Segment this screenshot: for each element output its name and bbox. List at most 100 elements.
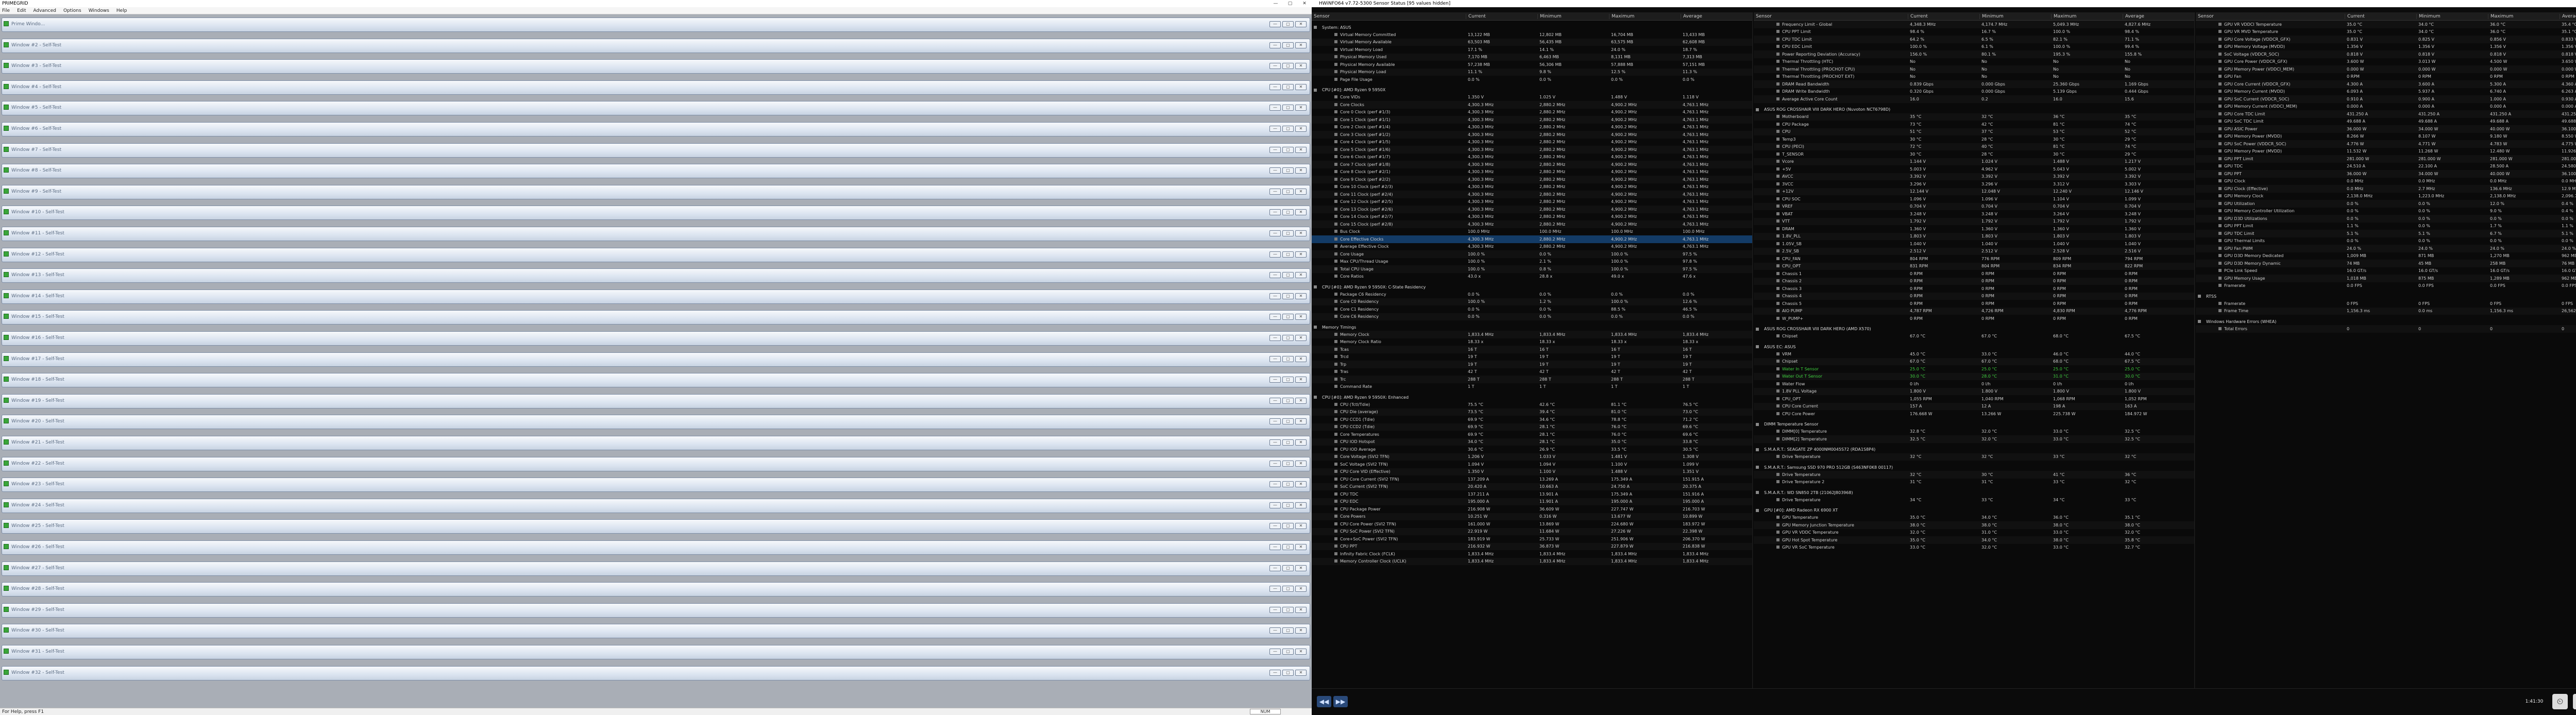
minimize-icon[interactable]: — — [1269, 21, 1281, 27]
mdi-child-window[interactable]: Window #8 - Self-Test — ▢ ✕ — [2, 164, 1310, 179]
sensor-row[interactable]: AVCC 3.392 V 3.392 V 3.392 V 3.392 V — [1754, 173, 2194, 180]
restore-icon[interactable]: ▢ — [1282, 502, 1294, 508]
sensor-row[interactable]: 2.5V_SB 2.512 V 2.512 V 2.528 V 2.516 V — [1754, 247, 2194, 255]
clock-icon[interactable]: ⏲ — [2552, 694, 2568, 709]
mdi-child-window[interactable]: Window #15 - Self-Test — ▢ ✕ — [2, 310, 1310, 325]
minimize-icon[interactable]: — — [1269, 293, 1281, 299]
sensor-row[interactable]: GPU PPT Limit 281.000 W 281.000 W 281.000 W… — [2196, 155, 2576, 163]
sensor-row[interactable]: GPU D3D Memory Dedicated 1,009 MB 871 MB 1,… — [2196, 252, 2576, 260]
sensor-group-header[interactable]: S.M.A.R.T.: WD SN850 2TB (21062J803968) — [1754, 489, 2194, 496]
minimize-icon[interactable]: — — [1269, 565, 1281, 571]
sensor-row[interactable]: GPU Core Voltage (VDDCR_GFX) 0.831 V 0.825… — [2196, 36, 2576, 43]
close-icon[interactable]: ✕ — [1295, 397, 1307, 404]
close-icon[interactable]: ✕ — [1295, 188, 1307, 195]
column-header[interactable]: Sensor — [1312, 13, 1466, 19]
menu-help[interactable]: Help — [116, 8, 127, 13]
sensor-row[interactable]: CPU CCD2 (Tdie) 69.9 °C 28.1 °C 76.0 °C 69.6… — [1312, 423, 1752, 431]
sensor-row[interactable]: Core C0 Residency 100.0 % 1.2 % 100.0 % 12.6… — [1312, 298, 1752, 305]
minimize-icon[interactable]: — — [1269, 418, 1281, 425]
close-icon[interactable]: ✕ — [1295, 83, 1307, 90]
sensor-row[interactable]: Total CPU Usage 100.0 % 0.8 % 100.0 % 97.5 % — [1312, 265, 1752, 273]
mdi-child-window[interactable]: Window #12 - Self-Test — ▢ ✕ — [2, 247, 1310, 262]
layout-icon[interactable]: ▦ — [2573, 694, 2576, 709]
mdi-child-window[interactable]: Window #20 - Self-Test — ▢ ✕ — [2, 415, 1310, 430]
sensor-row[interactable]: Framerate 0 FPS 0 FPS 0 FPS 0 FPS — [2196, 300, 2576, 308]
sensor-row[interactable]: Core 4 Clock (perf #1/5) 4,300.3 MHz 2,880… — [1312, 139, 1752, 146]
sensor-row[interactable]: Core 8 Clock (perf #2/1) 4,300.3 MHz 2,880… — [1312, 168, 1752, 176]
sensor-row[interactable]: Virtual Memory Available 63,503 MB 56,435 … — [1312, 38, 1752, 46]
sensor-row[interactable]: GPU TDC Limit 5.1 % 5.1 % 6.7 % 5.1 % — [2196, 230, 2576, 237]
mdi-child-window[interactable]: Window #11 - Self-Test — ▢ ✕ — [2, 227, 1310, 241]
sensor-row[interactable]: CPU 51 °C 37 °C 53 °C 52 °C — [1754, 128, 2194, 135]
sensor-row[interactable]: Chassis 50 RPM 0 RPM 0 RPM 0 RPM — [1754, 300, 2194, 308]
sensor-row[interactable]: CPU SOC 1.096 V 1.096 V 1.104 V 1.099 V — [1754, 195, 2194, 203]
sensor-row[interactable]: DIMM[2] Temperature 32.5 °C 32.0 °C 33.0 °C… — [1754, 435, 2194, 443]
minimize-icon[interactable]: — — [1269, 83, 1281, 90]
mdi-child-window[interactable]: Window #3 - Self-Test — ▢ ✕ — [2, 59, 1310, 74]
mdi-child-window[interactable]: Window #18 - Self-Test — ▢ ✕ — [2, 373, 1310, 388]
close-icon[interactable]: ✕ — [1295, 167, 1307, 174]
sensor-row[interactable]: Temp3 30 °C 28 °C 30 °C 29 °C — [1754, 135, 2194, 143]
minimize-icon[interactable]: — — [1269, 230, 1281, 236]
restore-icon[interactable]: ▢ — [1282, 21, 1294, 27]
mdi-child-window[interactable]: Window #19 - Self-Test — ▢ ✕ — [2, 394, 1310, 408]
column-header[interactable]: Current — [1908, 13, 1980, 19]
close-icon[interactable]: ✕ — [1295, 649, 1307, 655]
sensor-row[interactable]: Core 2 Clock (perf #1/4) 4,300.3 MHz 2,880… — [1312, 124, 1752, 131]
sensor-row[interactable]: GPU SoC TDC Limit 49.688 A 49.688 A 49.688 … — [2196, 118, 2576, 126]
sensor-row[interactable]: Core 12 Clock (perf #2/5) 4,300.3 MHz 2,88… — [1312, 198, 1752, 206]
sensor-row[interactable]: GPU Fan 0 RPM 0 RPM 0 RPM 0 RPM — [2196, 73, 2576, 81]
sensor-group-header[interactable]: S.M.A.R.T.: Samsung SSD 970 PRO 512GB (S… — [1754, 464, 2194, 471]
sensor-row[interactable]: CPU_OPT 831 RPM 804 RPM 834 RPM 822 RPM — [1754, 262, 2194, 270]
sensor-row[interactable]: VBAT 3.248 V 3.248 V 3.264 V 3.248 V — [1754, 210, 2194, 218]
sensor-row[interactable]: DRAM Read Bandwidth 0.839 Gbps 0.000 Gbps 2… — [1754, 80, 2194, 88]
sensor-row[interactable]: GPU Core Current (VDDCR_GFX) 4.300 A 3.600… — [2196, 80, 2576, 88]
close-icon[interactable]: ✕ — [1295, 627, 1307, 634]
restore-icon[interactable]: ▢ — [1282, 523, 1294, 530]
sensor-row[interactable]: Core 3 Clock (perf #1/2) 4,300.3 MHz 2,880… — [1312, 131, 1752, 139]
sensor-row[interactable]: GPU Memory Controller Utilization 0.0 % 0.… — [2196, 208, 2576, 215]
mdi-child-window[interactable]: Window #28 - Self-Test — ▢ ✕ — [2, 582, 1310, 597]
mdi-child-window[interactable]: Window #21 - Self-Test — ▢ ✕ — [2, 436, 1310, 450]
sensor-row[interactable]: Core Ratios 43.0 x 28.8 x 49.0 x 47.6 x — [1312, 273, 1752, 281]
sensor-row[interactable]: 3VCC 3.296 V 3.296 V 3.312 V 3.303 V — [1754, 180, 2194, 188]
sensor-row[interactable]: Core 5 Clock (perf #1/6) 4,300.3 MHz 2,880… — [1312, 146, 1752, 154]
sensor-row[interactable]: Core Effective Clocks 4,300.3 MHz 2,880.2 … — [1312, 235, 1752, 243]
mdi-child-window[interactable]: Window #13 - Self-Test — ▢ ✕ — [2, 268, 1310, 283]
column-header[interactable]: Maximum — [2488, 13, 2560, 19]
mdi-child-window[interactable]: Window #32 - Self-Test — ▢ ✕ — [2, 666, 1310, 680]
sensor-group-header[interactable]: S.M.A.R.T.: SEAGATE ZP 4000NM0045S72 (RD… — [1754, 446, 2194, 453]
restore-icon[interactable]: ▢ — [1282, 377, 1294, 383]
sensor-row[interactable]: GPU PPT Limit 1.1 % 0.0 % 1.7 % 1.1 % — [2196, 223, 2576, 230]
column-header[interactable]: Current — [1466, 13, 1538, 19]
close-icon[interactable]: ✕ — [1295, 105, 1307, 111]
minimize-icon[interactable]: — — [1269, 272, 1281, 279]
sensor-row[interactable]: W_PUMP+ 0 RPM 0 RPM 0 RPM 0 RPM — [1754, 315, 2194, 322]
sensor-row[interactable]: Average Effective Clock 4,300.3 MHz 2,880.… — [1312, 243, 1752, 251]
restore-icon[interactable]: ▢ — [1282, 251, 1294, 258]
sensor-row[interactable]: Core 13 Clock (perf #2/6) 4,300.3 MHz 2,88… — [1312, 206, 1752, 213]
sensor-row[interactable]: Thermal Throttling (PROCHOT EXT) No No No No — [1754, 73, 2194, 81]
restore-icon[interactable]: ▢ — [1282, 460, 1294, 467]
menu-options[interactable]: Options — [63, 8, 81, 13]
close-icon[interactable]: ✕ — [1295, 230, 1307, 236]
column-header[interactable]: Minimum — [2417, 13, 2488, 19]
mdi-child-window[interactable]: Prime Windo... — ▢ ✕ — [2, 18, 1310, 32]
minimize-icon[interactable]: — — [1269, 209, 1281, 216]
sensor-row[interactable]: Total Errors 0 0 0 0 — [2196, 325, 2576, 333]
column-header[interactable]: Current — [2345, 13, 2417, 19]
close-icon[interactable]: ✕ — [1295, 439, 1307, 446]
restore-icon[interactable]: ▢ — [1282, 42, 1294, 48]
sensor-row[interactable]: VREF 0.704 V 0.704 V 0.704 V 0.704 V — [1754, 202, 2194, 210]
sensor-row[interactable]: Core 6 Clock (perf #1/7) 4,300.3 MHz 2,880… — [1312, 154, 1752, 161]
sensor-row[interactable]: CPU TDC Limit 64.2 % 6.5 % 82.1 % 71.1 % — [1754, 36, 2194, 43]
sensor-row[interactable]: SoC Voltage (VDDCR_SOC) 0.818 V 0.818 V 0.8… — [2196, 50, 2576, 58]
sensor-row[interactable]: CPU Core Power (SVI2 TFN) 161.000 W 13.869… — [1312, 520, 1752, 528]
sensor-row[interactable]: 1.8V PLL Voltage 1.800 V 1.800 V 1.800 V 1.8… — [1754, 387, 2194, 395]
minimize-icon[interactable]: — — [1269, 63, 1281, 70]
minimize-icon[interactable]: — — [1269, 335, 1281, 341]
mdi-child-window[interactable]: Window #7 - Self-Test — ▢ ✕ — [2, 143, 1310, 158]
sensor-row[interactable]: Motherboard 35 °C 32 °C 36 °C 35 °C — [1754, 113, 2194, 121]
minimize-icon[interactable]: — — [1269, 314, 1281, 320]
sensor-row[interactable]: GPU Clock0.0 MHz0.0 MHz0.0 MHz0.0 MHz — [2196, 178, 2576, 185]
